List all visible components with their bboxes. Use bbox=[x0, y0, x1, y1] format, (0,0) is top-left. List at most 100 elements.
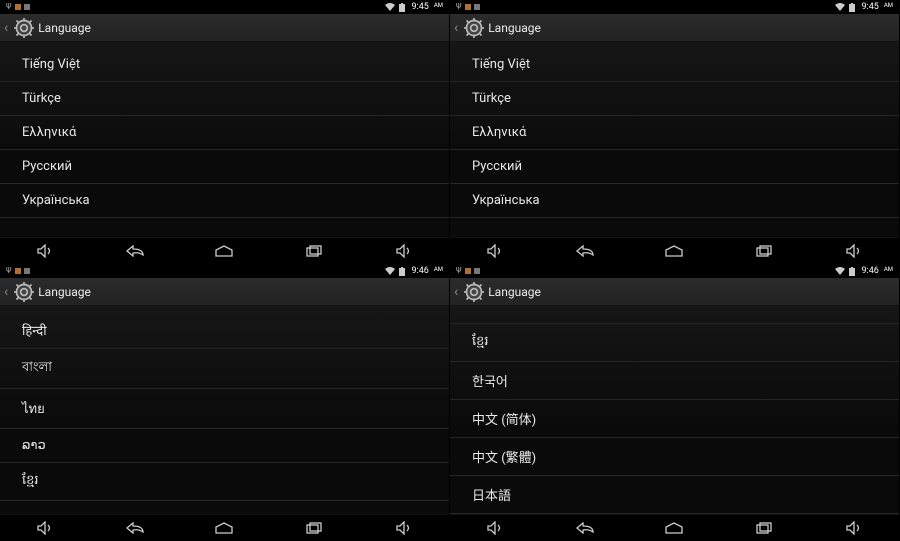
recent-apps-button[interactable] bbox=[294, 241, 334, 261]
volume-down-button[interactable] bbox=[475, 518, 515, 538]
recent-apps-button[interactable] bbox=[294, 518, 334, 538]
list-item[interactable]: ລາວ bbox=[0, 429, 449, 463]
list-item[interactable]: Українська bbox=[450, 184, 899, 218]
language-settings-screen: Ψ 9:46 AM ‹ Language ខ្មែរ 한국어 中文 (简体) 中… bbox=[450, 264, 900, 541]
battery-icon bbox=[849, 267, 855, 276]
list-item[interactable]: Türkçe bbox=[450, 82, 899, 116]
language-list: ខ្មែរ 한국어 中文 (简体) 中文 (繁體) 日本語 bbox=[450, 306, 899, 514]
list-item[interactable]: Ελληνικά bbox=[0, 116, 449, 150]
battery-icon bbox=[399, 267, 405, 276]
status-dot-icon bbox=[24, 4, 30, 10]
settings-gear-icon bbox=[464, 18, 484, 38]
list-item[interactable]: বাংলা bbox=[0, 349, 449, 389]
recent-apps-button[interactable] bbox=[744, 518, 784, 538]
volume-up-button[interactable] bbox=[384, 518, 424, 538]
list-item[interactable]: Tiếng Việt bbox=[450, 48, 899, 82]
status-dot-icon bbox=[15, 4, 21, 10]
list-item[interactable]: ខ្មែរ bbox=[450, 324, 899, 362]
home-button[interactable] bbox=[654, 241, 694, 261]
battery-icon bbox=[849, 3, 855, 12]
settings-gear-icon bbox=[14, 282, 34, 302]
status-ampm: AM bbox=[434, 2, 443, 9]
status-ampm: AM bbox=[884, 266, 893, 273]
usb-icon: Ψ bbox=[6, 0, 12, 14]
language-list: Tiếng Việt Türkçe Ελληνικά Русский Украї… bbox=[0, 42, 449, 237]
list-item[interactable]: ខ្មែរ bbox=[0, 463, 449, 501]
recent-apps-button[interactable] bbox=[744, 241, 784, 261]
volume-up-button[interactable] bbox=[834, 241, 874, 261]
navigation-bar bbox=[0, 514, 449, 540]
navigation-bar bbox=[450, 237, 899, 263]
language-settings-screen: Ψ 9:45 AM ‹ Language Tiếng Việt Türkçe Ε… bbox=[450, 0, 900, 264]
navigation-bar bbox=[0, 237, 449, 263]
page-title: Language bbox=[38, 21, 91, 35]
header[interactable]: ‹ Language bbox=[450, 14, 899, 42]
list-item[interactable]: 日本語 bbox=[450, 476, 899, 514]
status-ampm: AM bbox=[884, 2, 893, 9]
list-item[interactable]: Русский bbox=[450, 150, 899, 184]
volume-up-button[interactable] bbox=[384, 241, 424, 261]
list-item[interactable]: 中文 (简体) bbox=[450, 400, 899, 438]
status-bar: 9:46 AM bbox=[0, 264, 449, 278]
list-item[interactable]: ไทย bbox=[0, 389, 449, 429]
language-list: Tiếng Việt Türkçe Ελληνικά Русский Украї… bbox=[450, 42, 899, 237]
back-button[interactable] bbox=[565, 241, 605, 261]
status-dot-icon bbox=[474, 268, 480, 274]
list-item[interactable] bbox=[450, 312, 899, 324]
page-title: Language bbox=[488, 285, 541, 299]
header[interactable]: ‹ Language bbox=[0, 278, 449, 306]
settings-gear-icon bbox=[14, 18, 34, 38]
back-chevron-icon[interactable]: ‹ bbox=[4, 285, 8, 299]
list-item[interactable]: हिन्दी bbox=[0, 312, 449, 349]
back-button[interactable] bbox=[115, 518, 155, 538]
back-chevron-icon[interactable]: ‹ bbox=[454, 21, 458, 35]
status-left: Ψ bbox=[456, 0, 480, 14]
home-button[interactable] bbox=[204, 518, 244, 538]
list-item[interactable]: 中文 (繁體) bbox=[450, 438, 899, 476]
back-chevron-icon[interactable]: ‹ bbox=[454, 285, 458, 299]
list-item[interactable]: Ελληνικά bbox=[450, 116, 899, 150]
status-dot-icon bbox=[465, 268, 471, 274]
status-ampm: AM bbox=[434, 266, 443, 273]
status-dot-icon bbox=[15, 268, 21, 274]
status-time: 9:46 bbox=[411, 266, 428, 276]
volume-down-button[interactable] bbox=[475, 241, 515, 261]
navigation-bar bbox=[450, 514, 899, 540]
battery-icon bbox=[399, 3, 405, 12]
language-settings-screen: Ψ 9:45 AM ‹ Language Tiếng Việt Türkçe Ε… bbox=[0, 0, 450, 264]
language-settings-screen: Ψ 9:46 AM ‹ Language हिन्दी বাংলা ไทย ລາ… bbox=[0, 264, 450, 541]
status-dot-icon bbox=[474, 4, 480, 10]
list-item[interactable]: Türkçe bbox=[0, 82, 449, 116]
back-chevron-icon[interactable]: ‹ bbox=[4, 21, 8, 35]
wifi-icon bbox=[385, 3, 395, 11]
usb-icon: Ψ bbox=[6, 264, 12, 278]
volume-down-button[interactable] bbox=[25, 518, 65, 538]
status-time: 9:46 bbox=[861, 266, 878, 276]
wifi-icon bbox=[835, 3, 845, 11]
volume-down-button[interactable] bbox=[25, 241, 65, 261]
status-left: Ψ bbox=[6, 264, 30, 278]
wifi-icon bbox=[385, 267, 395, 275]
home-button[interactable] bbox=[654, 518, 694, 538]
wifi-icon bbox=[835, 267, 845, 275]
usb-icon: Ψ bbox=[456, 264, 462, 278]
list-item[interactable]: Tiếng Việt bbox=[0, 48, 449, 82]
back-button[interactable] bbox=[115, 241, 155, 261]
header[interactable]: ‹ Language bbox=[0, 14, 449, 42]
status-bar: 9:46 AM bbox=[450, 264, 899, 278]
status-left: Ψ bbox=[6, 0, 30, 14]
back-button[interactable] bbox=[565, 518, 605, 538]
header[interactable]: ‹ Language bbox=[450, 278, 899, 306]
status-time: 9:45 bbox=[861, 2, 878, 12]
status-dot-icon bbox=[24, 268, 30, 274]
page-title: Language bbox=[38, 285, 91, 299]
list-item[interactable]: Українська bbox=[0, 184, 449, 218]
volume-up-button[interactable] bbox=[834, 518, 874, 538]
status-left: Ψ bbox=[456, 264, 480, 278]
home-button[interactable] bbox=[204, 241, 244, 261]
language-list: हिन्दी বাংলা ไทย ລາວ ខ្មែរ bbox=[0, 306, 449, 514]
settings-gear-icon bbox=[464, 282, 484, 302]
list-item[interactable]: Русский bbox=[0, 150, 449, 184]
status-dot-icon bbox=[465, 4, 471, 10]
list-item[interactable]: 한국어 bbox=[450, 362, 899, 400]
